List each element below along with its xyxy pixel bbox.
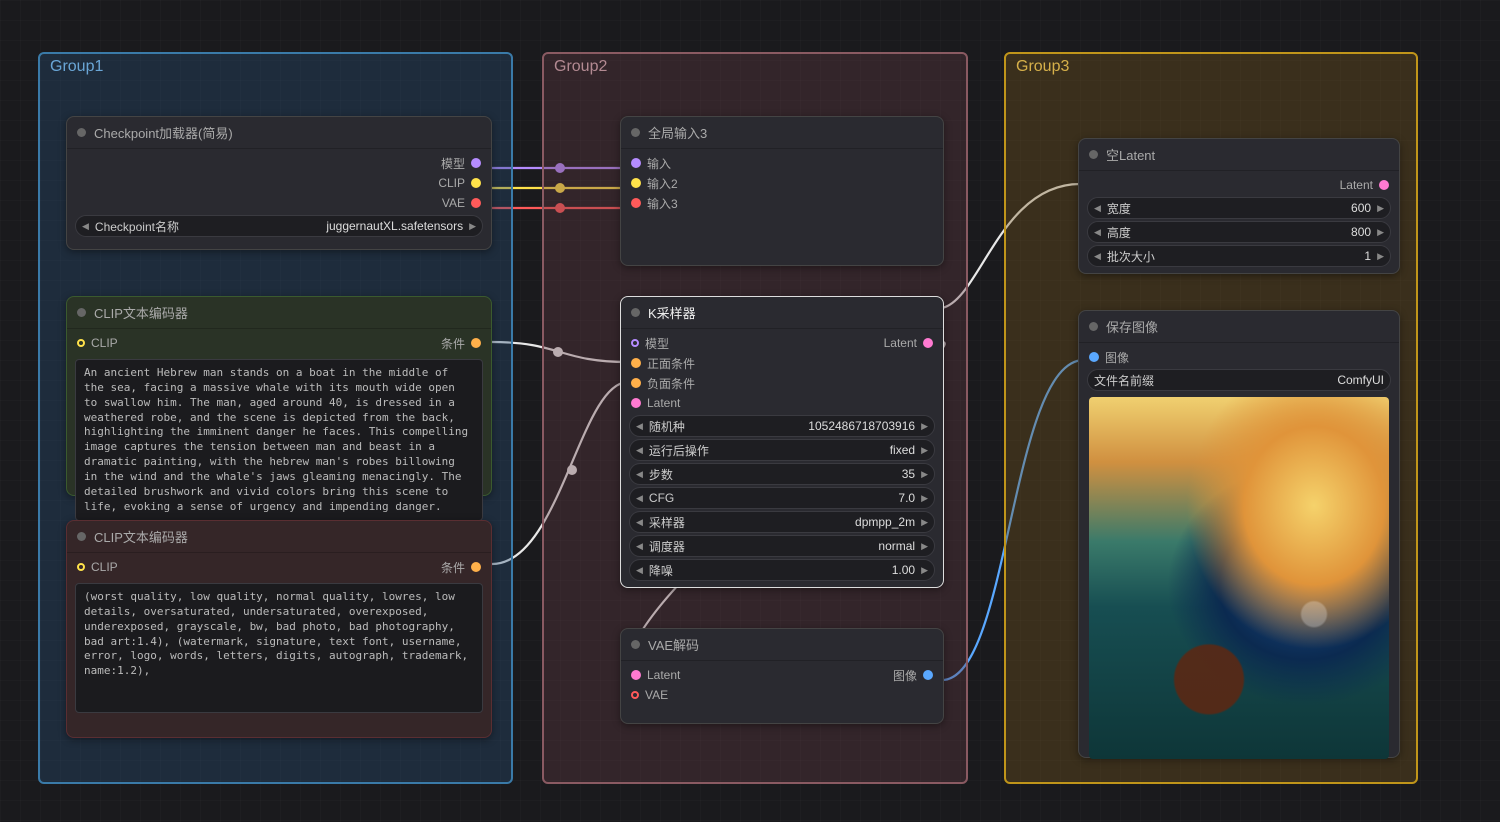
output-port-image[interactable]: 图像 <box>893 667 933 684</box>
prompt-text-input[interactable]: An ancient Hebrew man stands on a boat i… <box>75 359 483 521</box>
node-title: K采样器 <box>648 303 696 322</box>
port-dot-icon <box>77 339 85 347</box>
node-header[interactable]: K采样器 <box>621 297 943 329</box>
port-dot-icon <box>471 562 481 572</box>
output-port-model[interactable]: 模型 <box>441 155 481 172</box>
node-title: Checkpoint加载器(简易) <box>94 123 233 142</box>
param-ksampler-6[interactable]: 降噪1.00 <box>629 559 935 581</box>
param-latent-2[interactable]: 批次大小1 <box>1087 245 1391 267</box>
port-dot-icon <box>631 198 641 208</box>
param-ksampler-5[interactable]: 调度器normal <box>629 535 935 557</box>
output-port-latent[interactable]: Latent <box>884 336 933 350</box>
prompt-text-input[interactable]: (worst quality, low quality, normal qual… <box>75 583 483 713</box>
node-ksampler[interactable]: K采样器 模型 Latent 正面条件 <box>620 296 944 588</box>
input-port-clip[interactable]: CLIP <box>77 560 118 574</box>
output-port-latent[interactable]: Latent <box>1340 178 1389 192</box>
input-port-2[interactable]: 输入2 <box>631 175 678 192</box>
input-port-negative[interactable]: 负面条件 <box>631 375 695 392</box>
node-header[interactable]: 全局输入3 <box>621 117 943 149</box>
param-checkpoint-name[interactable]: Checkpoint名称 juggernautXL.safetensors <box>75 215 483 237</box>
node-title: CLIP文本编码器 <box>94 303 188 322</box>
collapse-dot-icon[interactable] <box>1089 322 1098 331</box>
node-header[interactable]: 保存图像 <box>1079 311 1399 343</box>
node-global-input-3[interactable]: 全局输入3 输入 输入2 输入3 <box>620 116 944 266</box>
collapse-dot-icon[interactable] <box>1089 150 1098 159</box>
node-header[interactable]: VAE解码 <box>621 629 943 661</box>
node-title: VAE解码 <box>648 635 699 654</box>
param-ksampler-3[interactable]: CFG7.0 <box>629 487 935 509</box>
input-port-latent[interactable]: Latent <box>631 396 680 410</box>
port-dot-icon <box>631 670 641 680</box>
node-checkpoint-loader[interactable]: Checkpoint加载器(简易) 模型 CLIP <box>66 116 492 250</box>
port-dot-icon <box>77 563 85 571</box>
node-header[interactable]: 空Latent <box>1079 139 1399 171</box>
node-clip-text-encode-negative[interactable]: CLIP文本编码器 CLIP 条件 (worst quality, low qu… <box>66 520 492 738</box>
param-latent-0[interactable]: 宽度600 <box>1087 197 1391 219</box>
node-header[interactable]: CLIP文本编码器 <box>67 521 491 553</box>
input-port-positive[interactable]: 正面条件 <box>631 355 695 372</box>
port-dot-icon <box>1089 352 1099 362</box>
node-title: 全局输入3 <box>648 123 707 142</box>
node-header[interactable]: Checkpoint加载器(简易) <box>67 117 491 149</box>
input-port-1[interactable]: 输入 <box>631 155 671 172</box>
output-image-preview[interactable] <box>1089 397 1389 759</box>
param-ksampler-1[interactable]: 运行后操作fixed <box>629 439 935 461</box>
param-ksampler-0[interactable]: 随机种1052486718703916 <box>629 415 935 437</box>
output-port-conditioning[interactable]: 条件 <box>441 559 481 576</box>
port-dot-icon <box>1379 180 1389 190</box>
port-dot-icon <box>631 378 641 388</box>
group-1-title: Group1 <box>50 58 103 76</box>
node-title: CLIP文本编码器 <box>94 527 188 546</box>
port-dot-icon <box>923 670 933 680</box>
port-dot-icon <box>471 178 481 188</box>
node-vae-decode[interactable]: VAE解码 Latent 图像 VAE <box>620 628 944 724</box>
port-dot-icon <box>471 158 481 168</box>
param-filename-prefix[interactable]: 文件名前缀 ComfyUI <box>1087 369 1391 391</box>
input-port-latent[interactable]: Latent <box>631 668 680 682</box>
port-dot-icon <box>471 198 481 208</box>
input-port-clip[interactable]: CLIP <box>77 336 118 350</box>
node-save-image[interactable]: 保存图像 图像 文件名前缀 ComfyUI <box>1078 310 1400 758</box>
port-dot-icon <box>631 398 641 408</box>
group-3-title: Group3 <box>1016 58 1069 76</box>
node-header[interactable]: CLIP文本编码器 <box>67 297 491 329</box>
output-port-conditioning[interactable]: 条件 <box>441 335 481 352</box>
output-port-vae[interactable]: VAE <box>442 196 481 210</box>
group-2-title: Group2 <box>554 58 607 76</box>
port-dot-icon <box>631 358 641 368</box>
node-clip-text-encode-positive[interactable]: CLIP文本编码器 CLIP 条件 An ancient Hebrew man … <box>66 296 492 496</box>
port-dot-icon <box>631 158 641 168</box>
port-dot-icon <box>631 178 641 188</box>
param-latent-1[interactable]: 高度800 <box>1087 221 1391 243</box>
collapse-dot-icon[interactable] <box>631 128 640 137</box>
input-port-image[interactable]: 图像 <box>1089 349 1129 366</box>
input-port-model[interactable]: 模型 <box>631 335 669 352</box>
port-dot-icon <box>471 338 481 348</box>
collapse-dot-icon[interactable] <box>631 640 640 649</box>
collapse-dot-icon[interactable] <box>631 308 640 317</box>
output-port-clip[interactable]: CLIP <box>438 176 481 190</box>
param-ksampler-2[interactable]: 步数35 <box>629 463 935 485</box>
node-empty-latent[interactable]: 空Latent Latent 宽度600高度800批次大小1 <box>1078 138 1400 274</box>
input-port-3[interactable]: 输入3 <box>631 195 678 212</box>
node-title: 空Latent <box>1106 145 1155 164</box>
collapse-dot-icon[interactable] <box>77 128 86 137</box>
collapse-dot-icon[interactable] <box>77 532 86 541</box>
param-ksampler-4[interactable]: 采样器dpmpp_2m <box>629 511 935 533</box>
port-dot-icon <box>923 338 933 348</box>
node-title: 保存图像 <box>1106 317 1158 336</box>
port-dot-icon <box>631 691 639 699</box>
port-dot-icon <box>631 339 639 347</box>
collapse-dot-icon[interactable] <box>77 308 86 317</box>
input-port-vae[interactable]: VAE <box>631 688 668 702</box>
